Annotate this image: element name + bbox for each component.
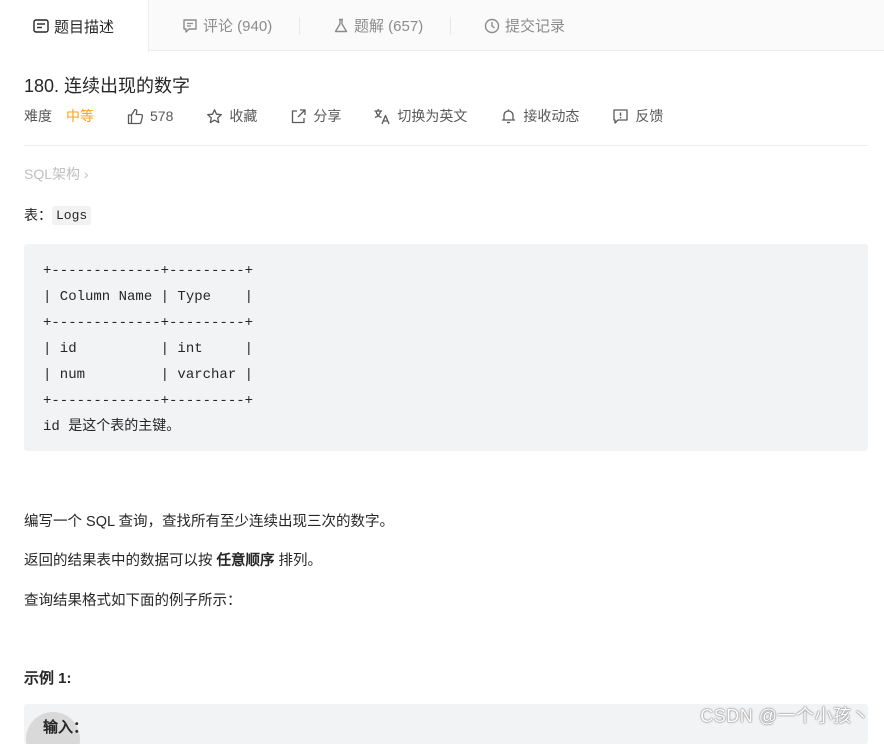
table-name-code: Logs [52, 205, 92, 225]
clock-icon [483, 17, 501, 35]
thumbs-up-icon [126, 107, 144, 125]
tab-solutions[interactable]: 题解 (657) [300, 0, 450, 51]
example-title: 示例 1: [24, 670, 72, 687]
subscribe-button[interactable]: 接收动态 [499, 106, 579, 126]
like-button[interactable]: 578 [126, 107, 173, 125]
tab-label: 评论 (940) [203, 18, 273, 35]
flask-icon [332, 17, 350, 35]
feedback-button[interactable]: 反馈 [611, 106, 663, 126]
code-line: | Column Name | Type | [43, 289, 254, 305]
share-button[interactable]: 分享 [289, 106, 341, 126]
translate-icon [373, 107, 391, 125]
tab-label: 题解 (657) [354, 18, 424, 35]
text-span: 返回的结果表中的数据可以按 [24, 553, 217, 569]
tab-label: 题目描述 [54, 18, 115, 36]
description-paragraph: 返回的结果表中的数据可以按 任意顺序 排列。 [24, 549, 322, 570]
code-line: +-------------+---------+ [43, 263, 254, 279]
difficulty-label: 难度 [24, 108, 52, 124]
text-span: 排列。 [274, 553, 323, 569]
problem-title: 180. 连续出现的数字 [24, 76, 191, 96]
star-icon [205, 107, 223, 125]
bold-text: 任意顺序 [216, 553, 275, 569]
like-count: 578 [150, 108, 174, 124]
share-icon [289, 107, 307, 125]
feedback-label: 反馈 [635, 108, 664, 124]
code-line: | num | varchar | [43, 367, 254, 383]
tab-description[interactable]: 题目描述 [0, 0, 149, 52]
category-link[interactable]: SQL架构 › [24, 164, 89, 184]
table-prefix: 表： [24, 207, 52, 223]
code-line: +-------------+---------+ [43, 315, 254, 331]
translate-button[interactable]: 切换为英文 [373, 106, 467, 126]
problem-meta-bar: 难度 中等 578 收藏 分享 切换为英文 接收动态 反馈 [24, 105, 695, 127]
feedback-icon [611, 107, 629, 125]
comment-icon [181, 17, 199, 35]
schema-code-block: +-------------+---------+ | Column Name … [24, 244, 868, 451]
description-icon [32, 17, 50, 35]
favorite-label: 收藏 [229, 108, 258, 124]
example-input-label: 输入： [43, 719, 89, 736]
favorite-button[interactable]: 收藏 [205, 106, 257, 126]
code-line: id 是这个表的主键。 [43, 419, 181, 435]
code-line: | id | int | [43, 341, 254, 357]
tab-comments[interactable]: 评论 (940) [149, 0, 299, 51]
bell-icon [499, 107, 517, 125]
description-paragraph: 查询结果格式如下面的例子所示： [24, 593, 242, 609]
table-intro: 表： Logs [24, 205, 92, 225]
tab-label: 提交记录 [505, 18, 566, 35]
watermark: CSDN @一个小孩丶 [700, 706, 870, 726]
code-line: +-------------+---------+ [43, 393, 254, 409]
tab-submissions[interactable]: 提交记录 [451, 0, 601, 51]
difficulty-badge: 中等 [66, 108, 94, 124]
tab-bar: 题目描述 评论 (940) 题解 (657) 提交记录 [0, 0, 884, 52]
share-label: 分享 [313, 108, 342, 124]
subscribe-label: 接收动态 [523, 108, 580, 124]
divider [24, 145, 868, 146]
translate-label: 切换为英文 [397, 108, 468, 124]
description-paragraph: 编写一个 SQL 查询，查找所有至少连续出现三次的数字。 [24, 514, 395, 530]
